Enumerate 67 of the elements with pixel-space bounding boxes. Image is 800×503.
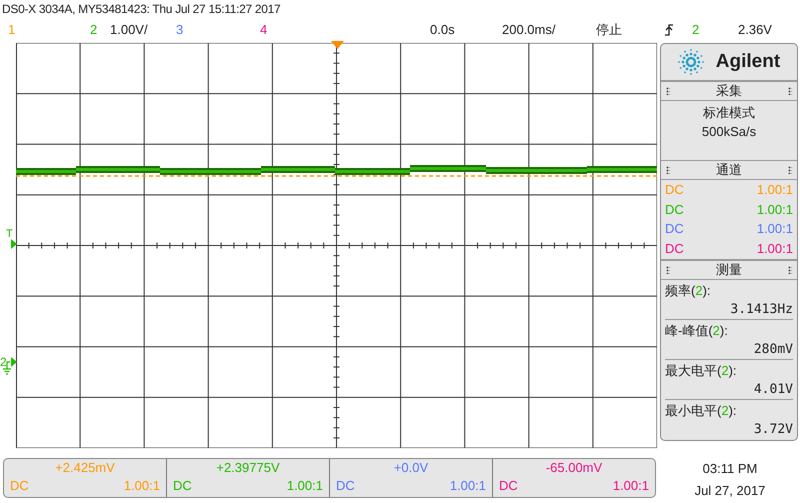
coupling-label: DC [336, 477, 355, 495]
rising-edge-icon [664, 24, 674, 36]
probe-ratio: 1.00:1 [756, 200, 793, 218]
measurement-source: 2 [712, 322, 720, 340]
grip-icon [788, 266, 792, 274]
measurement-value: 280mV [754, 341, 793, 359]
brand-name: Agilent [716, 50, 780, 74]
run-state: 停止 [596, 21, 622, 39]
grip-icon [666, 266, 670, 274]
label-suffix: ): [728, 362, 737, 380]
measurement-label: 频率( [665, 282, 696, 300]
label-suffix: ): [728, 402, 737, 420]
channel-number[interactable]: 3 [176, 20, 184, 40]
channel-offset: +2.39775V [216, 459, 280, 477]
vertical-scale: 1.00V/ [110, 21, 148, 39]
coupling-label: DC [665, 200, 684, 218]
coupling-label: DC [173, 477, 192, 495]
probe-ratio: 1.00:1 [612, 477, 649, 495]
acquisition-mode: 标准模式 [703, 104, 755, 122]
probe-ratio: 1.00:1 [286, 477, 323, 495]
measurement-value: 3.72V [754, 421, 793, 439]
measurement-value: 4.01V [754, 381, 793, 399]
channel-offset: +0.0V [394, 459, 428, 477]
measurement-source: 2 [695, 282, 703, 300]
time-offset: 0.0s [430, 21, 455, 39]
coupling-label: DC [665, 240, 684, 258]
measurement-source: 2 [721, 402, 729, 420]
timebase: 200.0ms/ [502, 21, 556, 39]
measurement-value: 3.1413Hz [730, 301, 793, 319]
probe-ratio: 1.00:1 [756, 240, 793, 258]
grip-icon [666, 86, 670, 95]
sample-rate: 500kSa/s [702, 122, 756, 141]
channel-offset: -65.00mV [546, 459, 602, 477]
section-title: 采集 [716, 82, 742, 100]
trigger-source: 2 [692, 21, 700, 39]
label-suffix: ): [720, 322, 728, 340]
clock-time: 03:11 PM [702, 460, 758, 478]
measurement-label: 最大电平( [665, 362, 722, 380]
coupling-label: DC [499, 477, 518, 495]
measurement-label: 最小电平( [665, 402, 722, 420]
probe-ratio: 1.00:1 [450, 477, 486, 495]
measurement-label: 峰-峰值( [665, 322, 713, 340]
window-title: DS0-X 3034A, MY53481423: Thu Jul 27 15:11:27 2017 [2, 1, 280, 18]
channel-number[interactable]: 1 [8, 20, 16, 40]
coupling-label: DC [665, 220, 684, 238]
measurement-source: 2 [721, 362, 729, 380]
trigger-marker: T [6, 227, 13, 242]
section-title: 通道 [716, 161, 742, 180]
ground-marker: 2 [0, 354, 7, 371]
logo-icon [678, 48, 704, 75]
probe-ratio: 1.00:1 [756, 181, 793, 199]
probe-ratio: 1.00:1 [124, 477, 160, 495]
section-title: 测量 [716, 261, 742, 280]
clock-date: Jul 27, 2017 [694, 482, 766, 500]
coupling-label: DC [665, 181, 684, 199]
channel-offset: +2.425mV [55, 459, 115, 477]
grip-icon [666, 166, 670, 174]
grip-icon [788, 166, 792, 174]
grip-icon [788, 86, 792, 95]
coupling-label: DC [10, 477, 29, 495]
channel-number[interactable]: 4 [260, 20, 268, 40]
trigger-level-icon [11, 239, 17, 249]
trigger-level: 2.36V [738, 21, 772, 39]
trigger-position-icon [331, 41, 344, 49]
label-suffix: ): [702, 282, 711, 300]
probe-ratio: 1.00:1 [756, 220, 793, 238]
channel-number[interactable]: 2 [90, 20, 98, 40]
